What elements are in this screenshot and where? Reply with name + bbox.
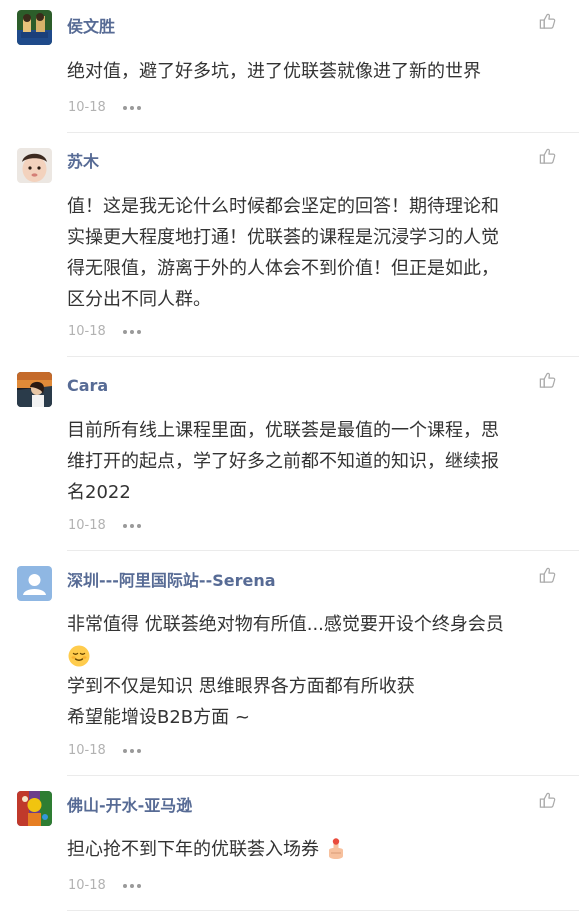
comment-line: 实操更大程度地打通！优联荟的课程是沉浸学习的人觉 (67, 227, 499, 248)
raised-finger-emoji (328, 838, 343, 859)
comment-line: 区分出不同人群。 (67, 289, 211, 310)
avatar[interactable] (17, 566, 52, 601)
comment-date: 10-18 (68, 878, 106, 893)
comment-meta: 10-18 (68, 743, 141, 759)
thumbs-up-icon[interactable] (538, 12, 557, 31)
comment-meta: 10-18 (68, 324, 141, 340)
comment-line: 学到不仅是知识 思维眼界各方面都有所收获 (67, 676, 415, 697)
commenter-name[interactable]: Cara (67, 376, 108, 396)
comment-text: 值！这是我无论什么时候都会坚定的回答！期待理论和 实操更大程度地打通！优联荟的课… (67, 191, 557, 315)
divider (67, 775, 579, 776)
divider (67, 356, 579, 357)
avatar[interactable] (17, 148, 52, 183)
comment-text: 绝对值，避了好多坑，进了优联荟就像进了新的世界 (67, 56, 557, 87)
comment-line: 目前所有线上课程里面，优联荟是最值的一个课程，思 (67, 420, 499, 441)
comment-meta: 10-18 (68, 518, 141, 534)
comment-line: 绝对值，避了好多坑，进了优联荟就像进了新的世界 (67, 61, 481, 82)
more-dots-icon[interactable] (122, 884, 141, 888)
comment-text: 目前所有线上课程里面，优联荟是最值的一个课程，思 维打开的起点，学了好多之前都不… (67, 415, 557, 508)
avatar[interactable] (17, 791, 52, 826)
thumbs-up-icon[interactable] (538, 791, 557, 810)
comment-line: 得无限值，游离于外的人体会不到价值！但正是如此， (67, 258, 499, 279)
comment-date: 10-18 (68, 100, 106, 115)
comment-line: 名2022 (67, 482, 131, 503)
comment-meta: 10-18 (68, 100, 141, 116)
more-dots-icon[interactable] (122, 524, 141, 528)
comment-text: 担心抢不到下年的优联荟入场券 (67, 834, 557, 865)
comment-line: 值！这是我无论什么时候都会坚定的回答！期待理论和 (67, 196, 499, 217)
comment-date: 10-18 (68, 518, 106, 533)
comment-line-text: 担心抢不到下年的优联荟入场券 (67, 839, 319, 860)
more-dots-icon[interactable] (122, 106, 141, 110)
comment-line: 维打开的起点，学了好多之前都不知道的知识，继续报 (67, 451, 499, 472)
more-dots-icon[interactable] (122, 330, 141, 334)
comment-date: 10-18 (68, 324, 106, 339)
comment-text: 非常值得 优联荟绝对物有所值...感觉要开设个终身会员 学到不仅是知识 思维眼界… (67, 609, 557, 733)
commenter-name[interactable]: 深圳---阿里国际站--Serena (67, 571, 276, 591)
commenter-name[interactable]: 侯文胜 (67, 17, 115, 37)
thumbs-up-icon[interactable] (538, 566, 557, 585)
comment-line: 非常值得 优联荟绝对物有所值...感觉要开设个终身会员 (67, 614, 504, 635)
commenter-name[interactable]: 佛山-开水-亚马逊 (67, 796, 192, 816)
divider (67, 132, 579, 133)
avatar[interactable] (17, 372, 52, 407)
comment-line (67, 640, 557, 671)
commenter-name[interactable]: 苏木 (67, 152, 99, 172)
comment-meta: 10-18 (68, 878, 141, 894)
comment-line: 担心抢不到下年的优联荟入场券 (67, 834, 557, 865)
avatar[interactable] (17, 10, 52, 45)
thumbs-up-icon[interactable] (538, 371, 557, 390)
comment-line: 希望能增设B2B方面 ~ (67, 707, 250, 728)
divider (67, 910, 579, 911)
thumbs-up-icon[interactable] (538, 147, 557, 166)
more-dots-icon[interactable] (122, 749, 141, 753)
divider (67, 550, 579, 551)
relieved-face-emoji (68, 645, 90, 667)
comment-date: 10-18 (68, 743, 106, 758)
